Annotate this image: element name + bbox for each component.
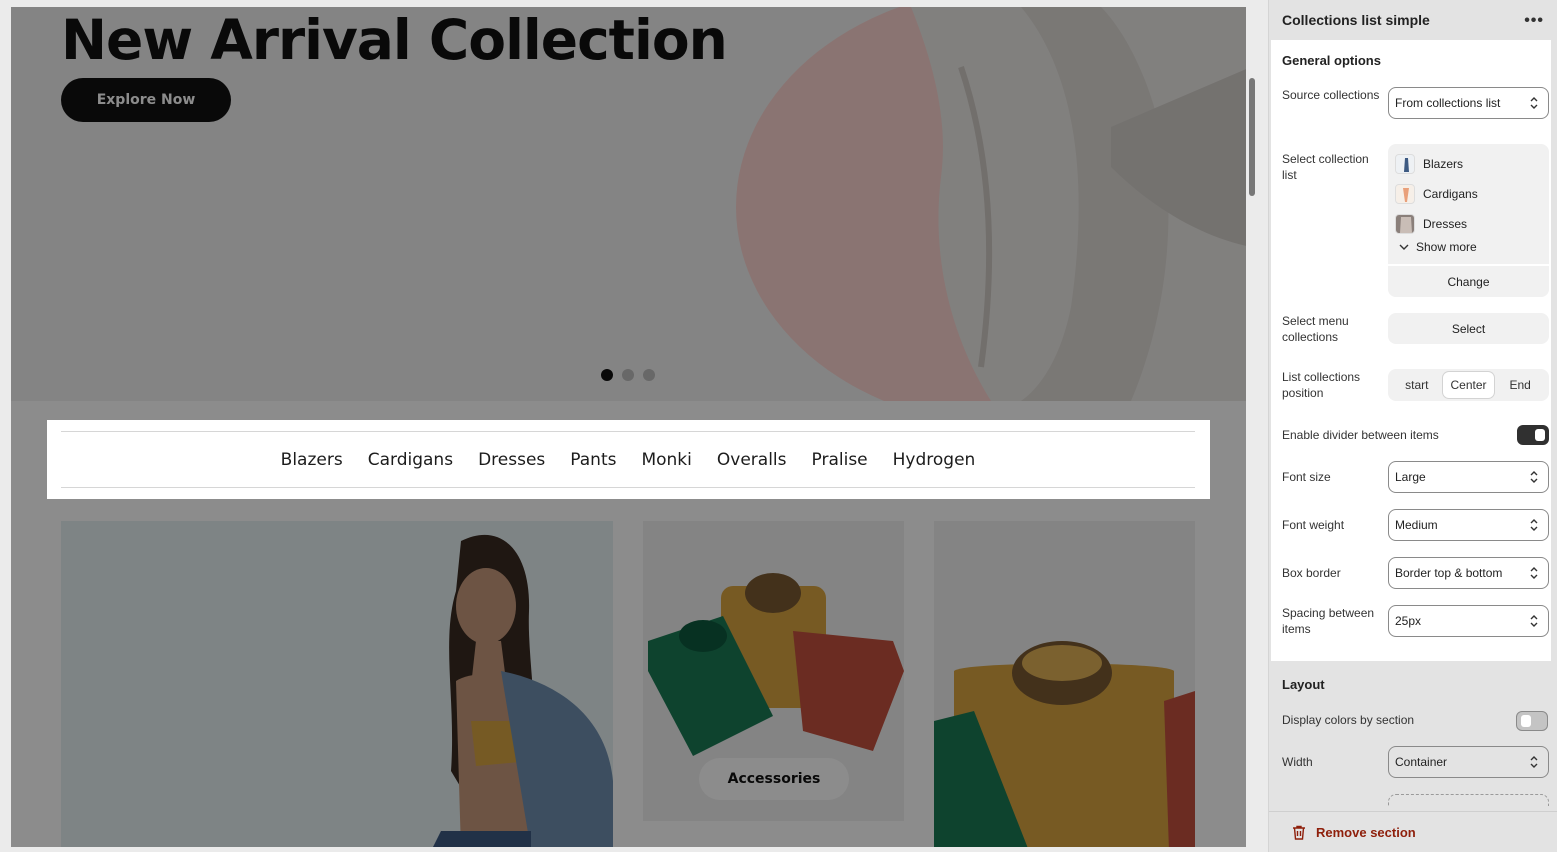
general-options-group: General options Source collections From …	[1271, 40, 1551, 661]
collection-card-accessories[interactable]: Accessories	[643, 521, 904, 821]
trash-icon	[1293, 825, 1305, 840]
collection-cards: Accessories	[61, 521, 1196, 847]
collection-link-pants[interactable]: Pants	[570, 450, 616, 470]
collection-link-cardigans[interactable]: Cardigans	[368, 450, 453, 470]
ellipsis-icon[interactable]: •••	[1524, 12, 1544, 30]
width-select[interactable]: Container	[1388, 746, 1549, 778]
chevron-updown-icon	[1530, 471, 1538, 483]
position-end-option[interactable]: End	[1494, 372, 1546, 398]
show-more-label: Show more	[1416, 240, 1477, 254]
dresses-thumbnail	[1395, 214, 1415, 234]
spacing-select[interactable]: 25px	[1388, 605, 1549, 637]
collection-link-monki[interactable]: Monki	[641, 450, 691, 470]
chevron-updown-icon	[1530, 97, 1538, 109]
hero-title: New Arrival Collection	[61, 8, 728, 72]
collection-list-box: Blazers Cardigans Dresses Show more Chan…	[1388, 144, 1549, 297]
source-collections-label: Source collections	[1282, 88, 1380, 102]
section-settings-panel: Collections list simple ••• General opti…	[1268, 0, 1557, 852]
list-item-label: Blazers	[1423, 157, 1464, 171]
collection-link-hydrogen[interactable]: Hydrogen	[893, 450, 976, 470]
collection-card-tshirt[interactable]	[934, 521, 1195, 847]
panel-header: Collections list simple •••	[1269, 0, 1557, 40]
spacing-label: Spacing between items	[1282, 606, 1375, 636]
list-item[interactable]: Cardigans	[1395, 184, 1478, 204]
list-item[interactable]: Blazers	[1395, 154, 1463, 174]
list-item-label: Dresses	[1423, 217, 1468, 231]
collection-link-overalls[interactable]: Overalls	[717, 450, 787, 470]
slide-dot-3[interactable]	[643, 369, 655, 381]
width-label: Width	[1282, 755, 1313, 769]
font-size-value: Large	[1395, 470, 1426, 484]
list-position-label: List collections position	[1282, 370, 1361, 400]
chevron-updown-icon	[1530, 567, 1538, 579]
select-menu-button[interactable]: Select	[1388, 313, 1549, 344]
width-value: Container	[1395, 755, 1448, 769]
divider-toggle[interactable]	[1517, 425, 1549, 445]
remove-section-label: Remove section	[1316, 824, 1416, 840]
hero-garment-image	[911, 7, 1246, 401]
tshirt-image	[934, 641, 1195, 847]
dashed-placeholder-field	[1388, 794, 1549, 806]
remove-section-button[interactable]: Remove section	[1269, 811, 1557, 852]
collection-link-dresses[interactable]: Dresses	[478, 450, 545, 470]
collection-link-pralise[interactable]: Pralise	[812, 450, 868, 470]
change-button[interactable]: Change	[1388, 266, 1549, 297]
list-item[interactable]: Dresses	[1395, 214, 1467, 234]
font-weight-label: Font weight	[1282, 518, 1345, 532]
box-border-select[interactable]: Border top & bottom	[1388, 557, 1549, 589]
chevron-updown-icon	[1530, 519, 1538, 531]
font-size-select[interactable]: Large	[1388, 461, 1549, 493]
font-size-label: Font size	[1282, 470, 1331, 484]
box-border-label: Box border	[1282, 566, 1341, 580]
chevron-down-icon	[1399, 244, 1409, 250]
font-weight-value: Medium	[1395, 518, 1438, 532]
divider-label: Enable divider between items	[1282, 428, 1439, 442]
slider-dots	[601, 369, 655, 381]
source-collections-select[interactable]: From collections list	[1388, 87, 1549, 119]
accessories-card-label[interactable]: Accessories	[699, 758, 849, 800]
position-start-option[interactable]: start	[1391, 372, 1443, 398]
display-colors-label: Display colors by section	[1282, 713, 1415, 727]
list-item-label: Cardigans	[1423, 187, 1478, 201]
preview-canvas: New Arrival Collection Explore Now Acces…	[0, 0, 1268, 852]
layout-title: Layout	[1282, 677, 1325, 692]
slide-dot-1[interactable]	[601, 369, 613, 381]
general-options-title: General options	[1282, 53, 1381, 68]
collections-list-section[interactable]: Blazers Cardigans Dresses Pants Monki Ov…	[47, 420, 1210, 499]
preview-scrollbar-thumb[interactable]	[1249, 78, 1255, 196]
model-photo	[433, 534, 613, 847]
explore-now-button[interactable]: Explore Now	[61, 78, 231, 122]
blazers-thumbnail	[1395, 154, 1415, 174]
display-colors-toggle[interactable]	[1516, 711, 1548, 731]
chevron-updown-icon	[1530, 615, 1538, 627]
collection-link-blazers[interactable]: Blazers	[281, 450, 343, 470]
font-weight-select[interactable]: Medium	[1388, 509, 1549, 541]
show-more-toggle[interactable]: Show more	[1399, 240, 1477, 254]
collections-list-bar: Blazers Cardigans Dresses Pants Monki Ov…	[61, 431, 1195, 488]
source-collections-value: From collections list	[1395, 96, 1501, 110]
spacing-value: 25px	[1395, 614, 1422, 628]
hero-banner: New Arrival Collection Explore Now	[11, 7, 1246, 401]
slide-dot-2[interactable]	[622, 369, 634, 381]
box-border-value: Border top & bottom	[1395, 566, 1503, 580]
panel-title: Collections list simple	[1282, 12, 1430, 28]
select-collection-list-label: Select collection list	[1282, 152, 1369, 182]
collection-card-model[interactable]	[61, 521, 613, 847]
chevron-updown-icon	[1530, 756, 1538, 768]
cardigans-thumbnail	[1395, 184, 1415, 204]
position-segmented-control: start Center End	[1388, 369, 1549, 401]
select-menu-collections-label: Select menu collections	[1282, 314, 1349, 344]
position-center-option[interactable]: Center	[1442, 372, 1495, 398]
